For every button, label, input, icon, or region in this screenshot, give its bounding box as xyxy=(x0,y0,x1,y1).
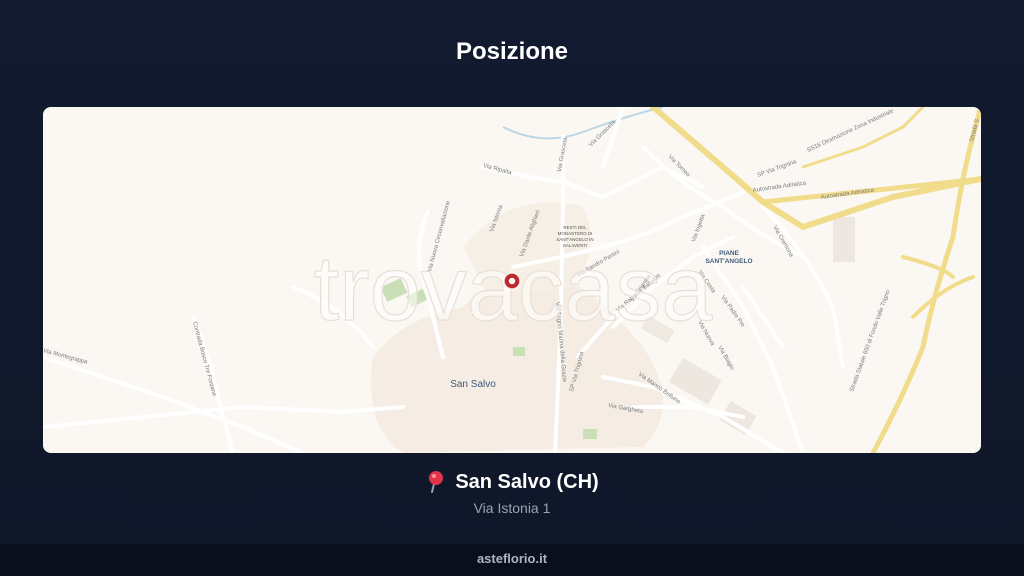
map-canvas[interactable]: Via Ripalta Via Grasceta Via Grasceta Vi… xyxy=(43,107,981,453)
location-name: San Salvo (CH) xyxy=(455,470,599,493)
town-label: San Salvo xyxy=(450,379,496,390)
map[interactable]: Via Ripalta Via Grasceta Via Grasceta Vi… xyxy=(43,107,981,453)
location-row: San Salvo (CH) xyxy=(0,470,1024,494)
monastery-label-line1: RESTI DEL xyxy=(563,225,587,230)
round-pushpin-icon xyxy=(429,471,444,493)
map-pin-icon[interactable] xyxy=(503,272,521,290)
building-block xyxy=(833,217,855,262)
park xyxy=(513,347,525,356)
park xyxy=(583,429,597,439)
footer: asteflorio.it xyxy=(0,544,1024,576)
footer-link[interactable]: asteflorio.it xyxy=(477,551,547,566)
page-title: Posizione xyxy=(455,38,569,65)
monastery-label-line4: SALAVENTI xyxy=(563,243,587,248)
district-label-line2: SANT'ANGELO xyxy=(705,258,752,265)
monastery-label-line2: MONASTERO DI xyxy=(558,231,593,236)
location-address: Via Istonia 1 xyxy=(473,500,551,516)
monastery-label-line3: SANT'ANGELO IN xyxy=(556,237,593,242)
district-label-line1: PIANE xyxy=(719,250,740,257)
